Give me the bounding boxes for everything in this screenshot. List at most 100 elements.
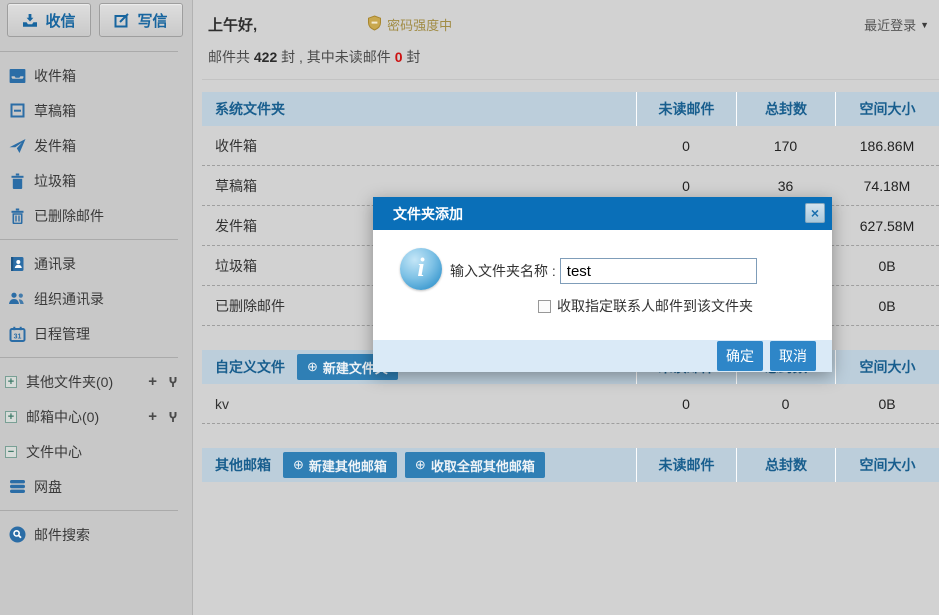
- inbox-icon: [6, 68, 28, 84]
- column-header-size: 空间大小: [835, 350, 939, 384]
- sidebar-item-contacts[interactable]: 通讯录: [0, 246, 192, 281]
- mail-toolbar: 收信 写信: [0, 0, 192, 45]
- sidebar-item-other-folders[interactable]: + 其他文件夹(0) +: [0, 364, 192, 399]
- dialog-title: 文件夹添加: [393, 204, 463, 224]
- stats-part1: 邮件共: [208, 49, 250, 65]
- column-header-unread: 未读邮件: [636, 92, 736, 126]
- sidebar-item-mail-search[interactable]: 邮件搜索: [0, 517, 192, 552]
- sidebar-item-file-center[interactable]: − 文件中心: [0, 434, 192, 469]
- deleted-mail-icon: [6, 208, 28, 224]
- size-cell: 0B: [835, 258, 939, 274]
- size-cell: 627.58M: [835, 218, 939, 234]
- sidebar-item-sent[interactable]: 发件箱: [0, 128, 192, 163]
- ok-button[interactable]: 确定: [717, 341, 763, 371]
- receive-mail-label: 收信: [45, 10, 75, 31]
- sidebar-item-label: 发件箱: [34, 136, 76, 156]
- stats-total-count: 422: [254, 49, 277, 65]
- compose-mail-label: 写信: [137, 10, 167, 31]
- unread-cell: 0: [636, 138, 736, 154]
- system-folders-header: 系统文件夹 未读邮件 总封数 空间大小: [202, 92, 939, 126]
- recent-login-label: 最近登录: [864, 15, 916, 34]
- netdisk-icon: [6, 479, 28, 494]
- drafts-icon: [6, 103, 28, 118]
- folder-actions: +: [148, 411, 178, 423]
- sidebar-item-drafts[interactable]: 草稿箱: [0, 93, 192, 128]
- custom-folders-title: 自定义文件: [202, 357, 285, 377]
- folder-link-kv[interactable]: kv: [202, 396, 636, 412]
- receive-mail-icon: [22, 13, 38, 28]
- expand-icon[interactable]: +: [5, 376, 17, 388]
- stats-unread-count: 0: [395, 49, 403, 65]
- size-cell: 0B: [835, 298, 939, 314]
- folder-name-row: 输入文件夹名称 :: [450, 258, 757, 284]
- sidebar-item-label: 其他文件夹(0): [26, 372, 113, 392]
- receive-mail-button[interactable]: 收信: [7, 3, 91, 37]
- folder-link-drafts[interactable]: 草稿箱: [202, 176, 636, 196]
- fetch-contacts-checkbox[interactable]: [538, 300, 551, 313]
- manage-folder-icon[interactable]: [168, 376, 178, 388]
- add-folder-dialog: 文件夹添加 × i 输入文件夹名称 : 收取指定联系人邮件到该文件夹 确定 取消: [373, 197, 832, 372]
- sidebar-divider: [0, 357, 178, 358]
- close-icon[interactable]: ×: [805, 203, 825, 223]
- sidebar-item-label: 邮箱中心(0): [26, 407, 99, 427]
- add-mailbox-icon[interactable]: +: [148, 411, 157, 423]
- trash-icon: [6, 173, 28, 189]
- sidebar-item-label: 网盘: [34, 477, 62, 497]
- sidebar-item-label: 组织通讯录: [34, 289, 104, 309]
- sidebar-item-label: 日程管理: [34, 324, 90, 344]
- table-row: kv 0 0 0B: [202, 384, 939, 424]
- password-strength-link[interactable]: 密码强度中: [367, 15, 452, 34]
- mail-stats: 邮件共 422 封 , 其中未读邮件 0 封: [202, 47, 939, 80]
- size-cell: 0B: [835, 396, 939, 412]
- manage-mailbox-icon[interactable]: [168, 411, 178, 423]
- cancel-button[interactable]: 取消: [770, 341, 816, 371]
- dialog-body: i 输入文件夹名称 : 收取指定联系人邮件到该文件夹: [373, 230, 832, 340]
- stats-part3: 封: [406, 49, 420, 65]
- search-icon: [6, 526, 28, 543]
- sidebar-item-trash[interactable]: 垃圾箱: [0, 163, 192, 198]
- sidebar-item-label: 通讯录: [34, 254, 76, 274]
- svg-text:31: 31: [13, 333, 21, 340]
- compose-mail-button[interactable]: 写信: [99, 3, 183, 37]
- size-cell: 186.86M: [835, 138, 939, 154]
- sidebar-item-label: 文件中心: [26, 442, 82, 462]
- folder-link-inbox[interactable]: 收件箱: [202, 136, 636, 156]
- column-header-total: 总封数: [736, 92, 835, 126]
- sidebar-divider: [0, 510, 178, 511]
- sidebar-item-org-contacts[interactable]: 组织通讯录: [0, 281, 192, 316]
- unread-cell: 0: [636, 396, 736, 412]
- stats-part2: 封 , 其中未读邮件: [281, 49, 391, 65]
- total-cell: 36: [736, 178, 835, 194]
- new-other-mailbox-label: 新建其他邮箱: [309, 456, 387, 475]
- expand-icon[interactable]: +: [5, 411, 17, 423]
- recent-login-dropdown[interactable]: 最近登录 ▼: [864, 15, 929, 34]
- circled-plus-icon: ⊕: [293, 457, 304, 473]
- fetch-all-other-mailboxes-button[interactable]: ⊕ 收取全部其他邮箱: [405, 452, 545, 478]
- compose-mail-icon: [114, 13, 130, 28]
- folder-name-input[interactable]: [560, 258, 757, 284]
- new-other-mailbox-button[interactable]: ⊕ 新建其他邮箱: [283, 452, 397, 478]
- sidebar-item-label: 收件箱: [34, 66, 76, 86]
- unread-cell: 0: [636, 178, 736, 194]
- sidebar-item-inbox[interactable]: 收件箱: [0, 58, 192, 93]
- collapse-icon[interactable]: −: [5, 446, 17, 458]
- other-mailboxes-title: 其他邮箱: [202, 455, 271, 475]
- add-folder-icon[interactable]: +: [148, 376, 157, 388]
- folder-actions: +: [148, 376, 178, 388]
- dialog-titlebar[interactable]: 文件夹添加 ×: [373, 197, 832, 230]
- fetch-contacts-label: 收取指定联系人邮件到该文件夹: [557, 296, 753, 316]
- other-mailboxes-table: 其他邮箱 ⊕ 新建其他邮箱 ⊕ 收取全部其他邮箱 未读邮件 总封数 空间大小: [202, 448, 939, 482]
- column-header-size: 空间大小: [835, 92, 939, 126]
- greeting-text: 上午好,: [208, 14, 257, 35]
- sidebar-item-calendar[interactable]: 31 日程管理: [0, 316, 192, 351]
- sidebar-item-netdisk[interactable]: 网盘: [0, 469, 192, 504]
- contacts-icon: [6, 256, 28, 272]
- system-folders-title: 系统文件夹: [202, 99, 285, 119]
- circled-plus-icon: ⊕: [307, 359, 318, 375]
- org-contacts-icon: [6, 291, 28, 306]
- table-row: 收件箱 0 170 186.86M: [202, 126, 939, 166]
- calendar-icon: 31: [6, 326, 28, 342]
- sidebar-item-mailbox-center[interactable]: + 邮箱中心(0) +: [0, 399, 192, 434]
- sidebar-item-deleted-mail[interactable]: 已删除邮件: [0, 198, 192, 233]
- column-header-unread: 未读邮件: [636, 448, 736, 482]
